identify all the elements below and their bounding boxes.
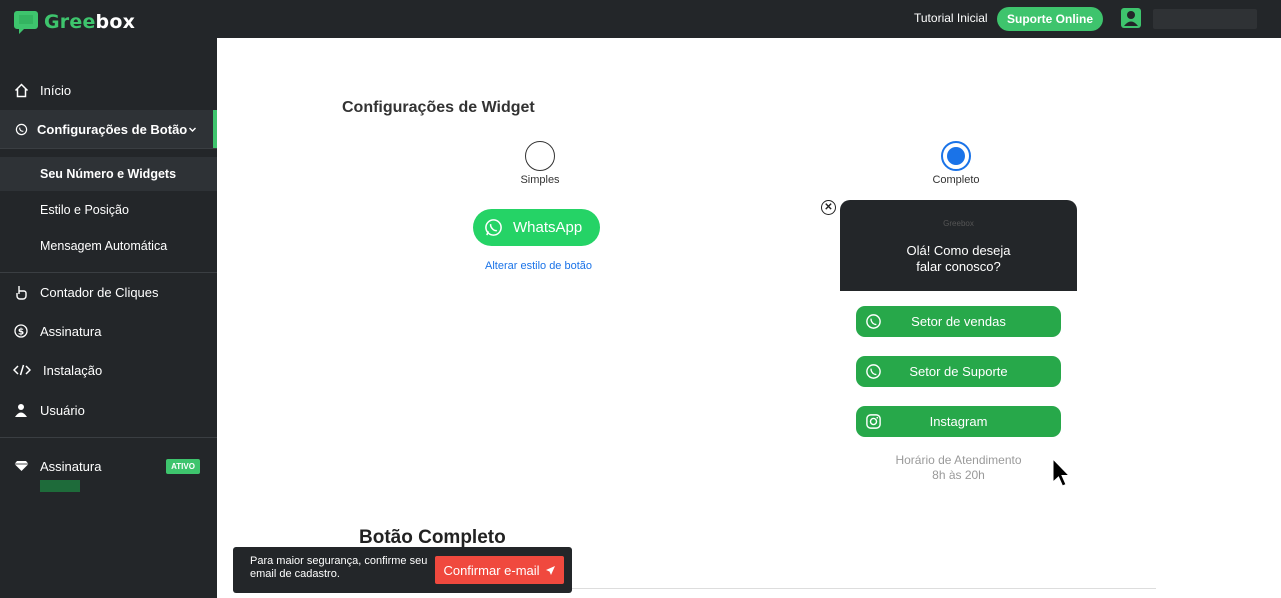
- suporte-online-button[interactable]: Suporte Online: [997, 7, 1103, 31]
- user-avatar-icon[interactable]: [1120, 7, 1142, 29]
- button-label: Setor de vendas: [911, 314, 1006, 329]
- button-label: Confirmar e-mail: [443, 562, 540, 578]
- page-title: Configurações de Widget: [342, 99, 535, 116]
- user-icon: [13, 402, 29, 418]
- instagram-icon: [866, 414, 881, 429]
- sidebar-subitem-numero-widgets[interactable]: Seu Número e Widgets: [0, 157, 217, 191]
- widget-header: Greebox Olá! Como deseja falar conosco?: [840, 200, 1077, 291]
- user-name-redacted: [1153, 9, 1257, 29]
- top-bar: Greebox Tutorial Inicial Suporte Online: [0, 0, 1281, 38]
- radio-label-completo: Completo: [932, 174, 980, 186]
- sidebar-item-inicio[interactable]: Início: [0, 71, 217, 109]
- chat-bubble-logo-icon: [14, 11, 38, 34]
- whatsapp-icon: [13, 121, 29, 137]
- status-badge: ATIVO: [166, 459, 200, 474]
- sidebar-item-label: Assinatura: [40, 458, 102, 474]
- close-widget-icon[interactable]: ✕: [821, 200, 836, 215]
- divider: [0, 148, 217, 149]
- svg-text:$: $: [18, 328, 24, 338]
- sidebar-item-assinatura[interactable]: $ Assinatura: [0, 312, 217, 350]
- setor-suporte-button[interactable]: Setor de Suporte: [856, 356, 1061, 387]
- divider: [0, 437, 217, 438]
- diamond-icon: [13, 458, 29, 474]
- alterar-estilo-link[interactable]: Alterar estilo de botão: [485, 260, 592, 272]
- logo-text: Greebox: [44, 11, 136, 33]
- send-icon: [545, 565, 555, 575]
- widget-preview: Greebox Olá! Como deseja falar conosco? …: [840, 200, 1077, 496]
- whatsapp-icon: [866, 314, 881, 329]
- dollar-circle-icon: $: [13, 323, 29, 339]
- home-icon: [13, 82, 29, 98]
- sidebar-item-contador[interactable]: Contador de Cliques: [0, 273, 217, 311]
- sidebar-item-label: Configurações de Botão: [37, 121, 188, 137]
- greebox-logo[interactable]: Greebox: [13, 9, 135, 35]
- button-label: Instagram: [929, 414, 988, 429]
- widget-question: Olá! Como deseja falar conosco?: [906, 243, 1011, 274]
- whatsapp-icon: [485, 219, 502, 236]
- widget-brand: Greebox: [943, 219, 974, 228]
- button-label: Setor de Suporte: [909, 364, 1008, 379]
- sidebar-item-label: Contador de Cliques: [40, 284, 159, 300]
- sidebar-item-label: Instalação: [43, 362, 103, 378]
- sidebar-item-instalacao[interactable]: Instalação: [0, 351, 217, 389]
- sidebar-subitem-estilo-posicao[interactable]: Estilo e Posição: [0, 193, 217, 227]
- instagram-button[interactable]: Instagram: [856, 406, 1061, 437]
- whatsapp-button-label: WhatsApp: [513, 219, 583, 236]
- toast-message: Para maior segurança, confirme seu email…: [250, 555, 428, 580]
- mouse-cursor-icon: [1052, 458, 1071, 487]
- sidebar-item-label: Início: [40, 82, 72, 98]
- pointer-hand-icon: [13, 284, 29, 300]
- radio-completo[interactable]: [941, 141, 971, 171]
- sidebar-item-config-botao[interactable]: Configurações de Botão: [0, 110, 217, 148]
- confirmar-email-button[interactable]: Confirmar e-mail: [435, 556, 564, 584]
- tutorial-link[interactable]: Tutorial Inicial: [914, 11, 988, 25]
- radio-simples[interactable]: [525, 141, 555, 171]
- card-title: Botão Completo: [359, 527, 506, 548]
- email-confirm-toast: Para maior segurança, confirme seu email…: [233, 547, 572, 593]
- plan-bar: [40, 480, 80, 492]
- whatsapp-icon: [866, 364, 881, 379]
- sidebar-item-usuario[interactable]: Usuário: [0, 391, 217, 429]
- sidebar-subitem-mensagem-automatica[interactable]: Mensagem Automática: [0, 229, 217, 263]
- code-icon: [12, 362, 32, 378]
- sidebar-item-label: Usuário: [40, 402, 85, 418]
- chevron-down-icon: [188, 122, 197, 137]
- whatsapp-button-preview[interactable]: WhatsApp: [473, 209, 600, 246]
- horario-atendimento: Horário de Atendimento 8h às 20h: [895, 453, 1022, 482]
- sidebar-item-label: Assinatura: [40, 323, 102, 339]
- radio-label-simples: Simples: [520, 174, 560, 186]
- setor-vendas-button[interactable]: Setor de vendas: [856, 306, 1061, 337]
